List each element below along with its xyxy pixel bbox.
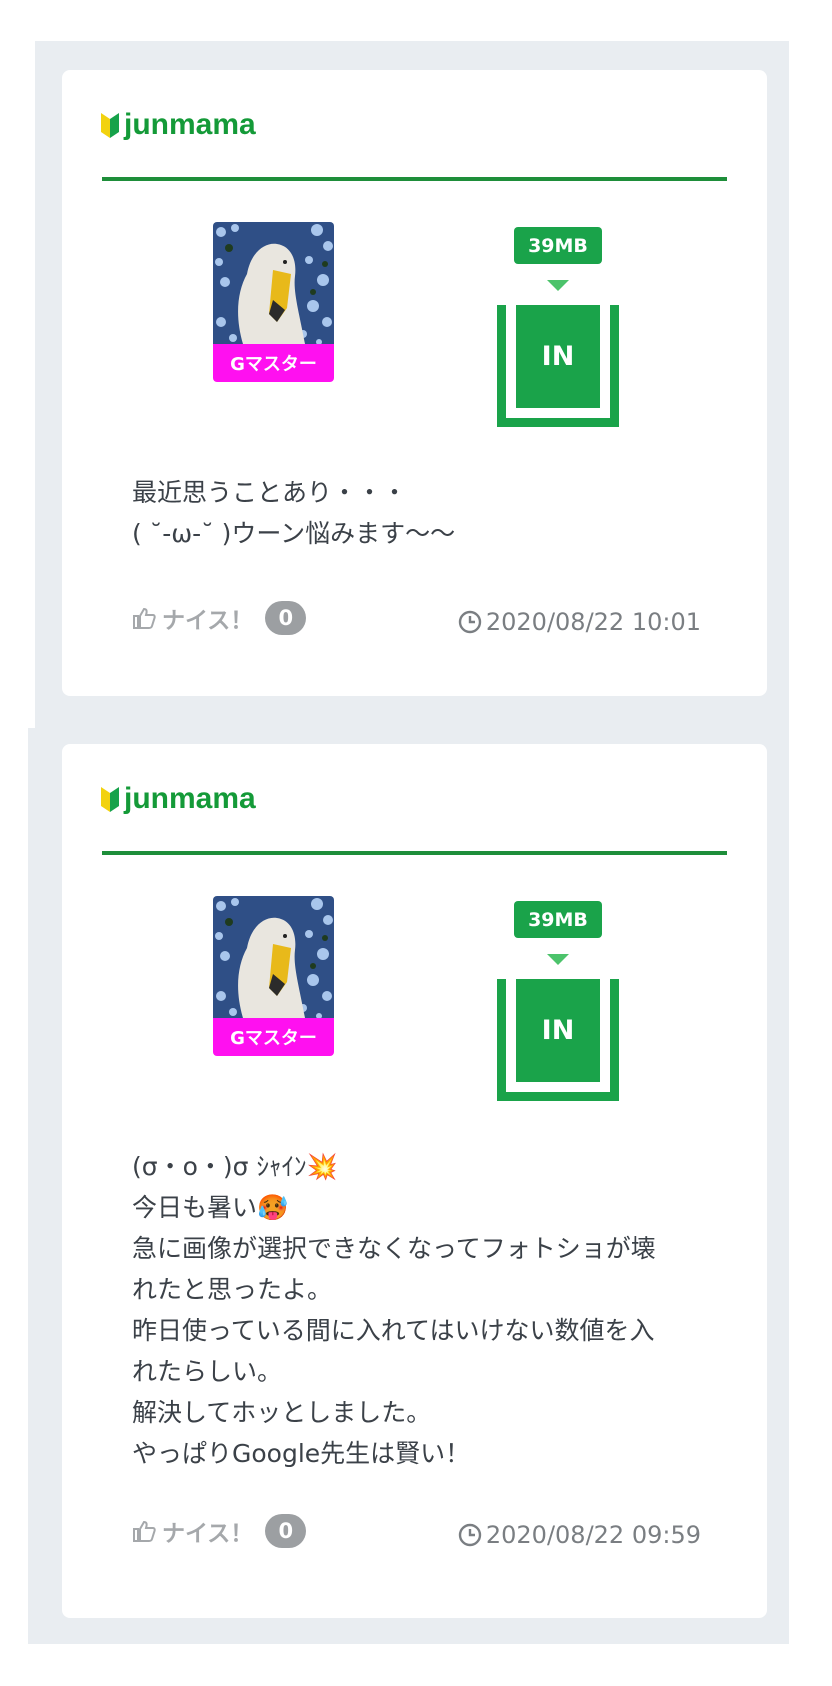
- username[interactable]: junmama: [124, 782, 256, 816]
- down-arrow-icon: [547, 280, 569, 291]
- post-message: 最近思うことあり・・・ ( ˘-ω-˘ )ウーン悩みます〜〜: [132, 472, 707, 554]
- divider: [102, 851, 727, 855]
- beginner-mark-icon: [101, 113, 119, 138]
- status-in: IN: [516, 305, 600, 408]
- message-line: れたと思ったよ。: [132, 1275, 333, 1304]
- data-size-badge: 39MB: [514, 901, 602, 938]
- message-line: (σ・o・)σ ｼｬｲﾝ💥: [132, 1152, 338, 1181]
- rank-badge: Gマスター: [213, 344, 334, 382]
- timestamp: 2020/08/22 10:01: [485, 608, 701, 636]
- nice-count: 0: [265, 1514, 307, 1548]
- user-link[interactable]: junmama: [100, 108, 256, 142]
- nice-label: ナイス！: [162, 1521, 254, 1547]
- message-line: 今日も暑い🥵: [132, 1193, 289, 1222]
- nice-count: 0: [265, 601, 307, 635]
- user-link[interactable]: junmama: [100, 782, 256, 816]
- divider: [102, 177, 727, 181]
- clock-icon: [458, 610, 482, 634]
- goose-photo: [213, 896, 334, 1018]
- message-line: 解決してホッとしました。: [132, 1398, 432, 1427]
- thumbs-up-icon: [133, 607, 156, 629]
- status-in: IN: [516, 979, 600, 1082]
- post-card: junmama Gマスター 39MB IN 最近思うことあり・・・ ( ˘-ω-…: [62, 70, 767, 696]
- message-line: 急に画像が選択できなくなってフォトショが壊: [132, 1234, 656, 1263]
- username[interactable]: junmama: [124, 108, 256, 142]
- message-line: れたらしい。: [132, 1357, 283, 1386]
- post-time: 2020/08/22 09:59: [458, 1521, 701, 1549]
- down-arrow-icon: [547, 954, 569, 965]
- nice-label: ナイス！: [162, 608, 254, 634]
- timestamp: 2020/08/22 09:59: [485, 1521, 701, 1549]
- avatar[interactable]: Gマスター: [213, 222, 334, 382]
- message-line: 昨日使っている間に入れてはいけない数値を入: [132, 1316, 655, 1345]
- data-size-badge: 39MB: [514, 227, 602, 264]
- thumbs-up-icon: [133, 1520, 156, 1542]
- post-message: (σ・o・)σ ｼｬｲﾝ💥 今日も暑い🥵 急に画像が選択できなくなってフォトショ…: [132, 1146, 707, 1474]
- rank-badge: Gマスター: [213, 1018, 334, 1056]
- clock-icon: [458, 1523, 482, 1547]
- avatar[interactable]: Gマスター: [213, 896, 334, 1056]
- message-line: 最近思うことあり・・・: [132, 478, 408, 507]
- post-time: 2020/08/22 10:01: [458, 608, 701, 636]
- nice-button[interactable]: ナイス！ 0: [132, 1514, 307, 1548]
- data-gauge: IN: [497, 305, 619, 427]
- data-gauge: IN: [497, 979, 619, 1101]
- goose-photo: [213, 222, 334, 344]
- message-line: やっぱりGoogle先生は賢い！: [132, 1439, 471, 1468]
- nice-button[interactable]: ナイス！ 0: [132, 601, 307, 635]
- beginner-mark-icon: [101, 787, 119, 812]
- post-card: junmama Gマスター 39MB IN (σ・o・)σ ｼｬｲﾝ💥 今日も暑…: [62, 744, 767, 1618]
- message-line: ( ˘-ω-˘ )ウーン悩みます〜〜: [132, 519, 456, 548]
